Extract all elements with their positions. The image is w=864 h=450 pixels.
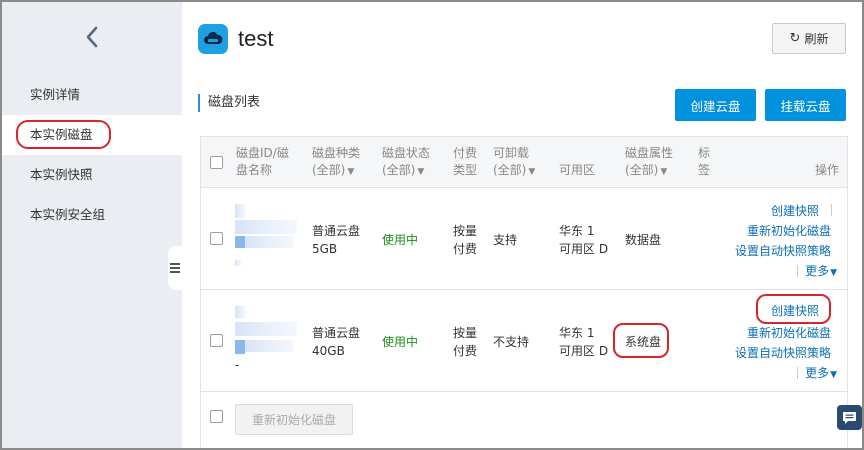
caret-down-icon: ▼ bbox=[417, 167, 425, 177]
col-zone: 可用区 bbox=[559, 163, 596, 177]
divider bbox=[831, 204, 832, 216]
select-all-checkbox[interactable] bbox=[210, 156, 223, 169]
disk-status: 使用中 bbox=[382, 233, 419, 247]
sidebar-item-label: 本实例快照 bbox=[30, 167, 93, 182]
sidebar-item-label: 本实例磁盘 bbox=[30, 127, 93, 142]
col-actions: 操作 bbox=[815, 163, 840, 177]
batch-reinit-disk-button[interactable]: 重新初始化磁盘 bbox=[235, 404, 353, 435]
chat-button[interactable] bbox=[837, 405, 862, 430]
col-disk-status-filter[interactable]: 磁盘状态 (全部) ▼ bbox=[382, 145, 430, 181]
more-actions-dropdown[interactable]: 更多▼ bbox=[805, 364, 837, 381]
table-footer: 重新初始化磁盘 bbox=[201, 392, 847, 448]
caret-down-icon: ▼ bbox=[830, 370, 837, 380]
sidebar-nav: 实例详情 本实例磁盘 本实例快照 本实例安全组 bbox=[2, 75, 182, 235]
sidebar-item-instance-details[interactable]: 实例详情 bbox=[2, 75, 182, 115]
page-title: test bbox=[238, 26, 274, 51]
disk-type: 普通云盘 40GB bbox=[312, 326, 361, 358]
reinit-disk-link[interactable]: 重新初始化磁盘 bbox=[747, 324, 831, 341]
billing-type: 按量 付费 bbox=[453, 326, 478, 358]
sidebar: 实例详情 本实例磁盘 本实例快照 本实例安全组 bbox=[2, 2, 182, 448]
reinit-disk-link[interactable]: 重新初始化磁盘 bbox=[747, 222, 831, 239]
col-disk-attr-filter[interactable]: 磁盘属性 (全部) ▼ bbox=[625, 145, 673, 181]
col-detachable-filter[interactable]: 可卸载 (全部) ▼ bbox=[493, 145, 535, 181]
table-row: 普通云盘 5GB 使用中 按量 付费 支持 华东 1 可用区 D 数据盘 创建快照 重… bbox=[201, 188, 847, 290]
cloud-disk-icon bbox=[198, 24, 228, 54]
divider bbox=[797, 367, 798, 379]
more-actions-dropdown[interactable]: 更多▼ bbox=[805, 262, 837, 279]
footer-select-all-checkbox[interactable] bbox=[210, 410, 223, 423]
create-snapshot-link[interactable]: 创建快照 bbox=[771, 302, 819, 319]
billing-type: 按量 付费 bbox=[453, 224, 478, 256]
window-frame: 实例详情 本实例磁盘 本实例快照 本实例安全组 test ↻ 刷新 磁盘列表 创… bbox=[0, 0, 864, 450]
attach-disk-button[interactable]: 挂载云盘 bbox=[765, 89, 846, 121]
create-snapshot-link[interactable]: 创建快照 bbox=[771, 202, 819, 219]
sidebar-item-instance-snapshots[interactable]: 本实例快照 bbox=[2, 155, 182, 195]
caret-down-icon: ▼ bbox=[830, 268, 837, 278]
divider bbox=[797, 265, 798, 277]
row-checkbox[interactable] bbox=[210, 232, 223, 245]
section-title: 磁盘列表 bbox=[198, 94, 260, 112]
main-content: test ↻ 刷新 磁盘列表 创建云盘 挂载云盘 磁盘ID/磁 盘名称 磁盘种类(… bbox=[182, 2, 862, 448]
auto-snapshot-policy-link[interactable]: 设置自动快照策略 bbox=[735, 242, 831, 259]
sidebar-item-instance-disks[interactable]: 本实例磁盘 bbox=[2, 115, 182, 155]
col-tags: 标签 bbox=[698, 146, 711, 177]
col-disk-type-filter[interactable]: 磁盘种类 (全部) ▼ bbox=[312, 145, 360, 181]
zone: 华东 1 可用区 D bbox=[559, 224, 609, 256]
detachable: 支持 bbox=[493, 233, 518, 247]
disk-attribute: 系统盘 bbox=[625, 335, 662, 349]
menu-icon bbox=[170, 263, 180, 273]
refresh-icon: ↻ bbox=[789, 31, 801, 46]
caret-down-icon: ▼ bbox=[347, 167, 355, 177]
sidebar-header bbox=[2, 2, 182, 72]
table-row: - 普通云盘 40GB 使用中 按量 付费 不支持 华东 1 可用区 D 系统盘 创建… bbox=[201, 290, 847, 392]
zone: 华东 1 可用区 D bbox=[559, 326, 609, 358]
refresh-label: 刷新 bbox=[804, 32, 829, 46]
disk-type: 普通云盘 5GB bbox=[312, 224, 361, 256]
col-billing-type: 付费 类型 bbox=[453, 146, 478, 177]
chevron-left-icon bbox=[86, 26, 98, 48]
table-header: 磁盘ID/磁 盘名称 磁盘种类 (全部) ▼ 磁盘状态 (全部) ▼ 付费 类型 可卸载 (全… bbox=[201, 137, 847, 188]
refresh-button[interactable]: ↻ 刷新 bbox=[772, 23, 846, 54]
sidebar-item-security-groups[interactable]: 本实例安全组 bbox=[2, 195, 182, 235]
disk-name-dash: - bbox=[235, 358, 240, 372]
auto-snapshot-policy-link[interactable]: 设置自动快照策略 bbox=[735, 344, 831, 361]
back-button[interactable] bbox=[77, 22, 107, 52]
disk-table: 磁盘ID/磁 盘名称 磁盘种类 (全部) ▼ 磁盘状态 (全部) ▼ 付费 类型 可卸载 (全… bbox=[200, 136, 848, 448]
row-checkbox[interactable] bbox=[210, 334, 223, 347]
sidebar-item-label: 本实例安全组 bbox=[30, 207, 106, 222]
col-disk-id: 磁盘ID/磁 盘名称 bbox=[236, 146, 289, 177]
disk-status: 使用中 bbox=[382, 335, 419, 349]
sidebar-item-label: 实例详情 bbox=[30, 87, 81, 102]
caret-down-icon: ▼ bbox=[528, 167, 536, 177]
caret-down-icon: ▼ bbox=[660, 167, 668, 177]
detachable: 不支持 bbox=[493, 335, 530, 349]
page-header: test bbox=[198, 24, 273, 54]
create-disk-button[interactable]: 创建云盘 bbox=[675, 89, 756, 121]
sidebar-collapse-handle[interactable] bbox=[168, 246, 182, 290]
disk-attribute: 数据盘 bbox=[625, 233, 662, 247]
chat-bubble-icon bbox=[843, 411, 856, 424]
